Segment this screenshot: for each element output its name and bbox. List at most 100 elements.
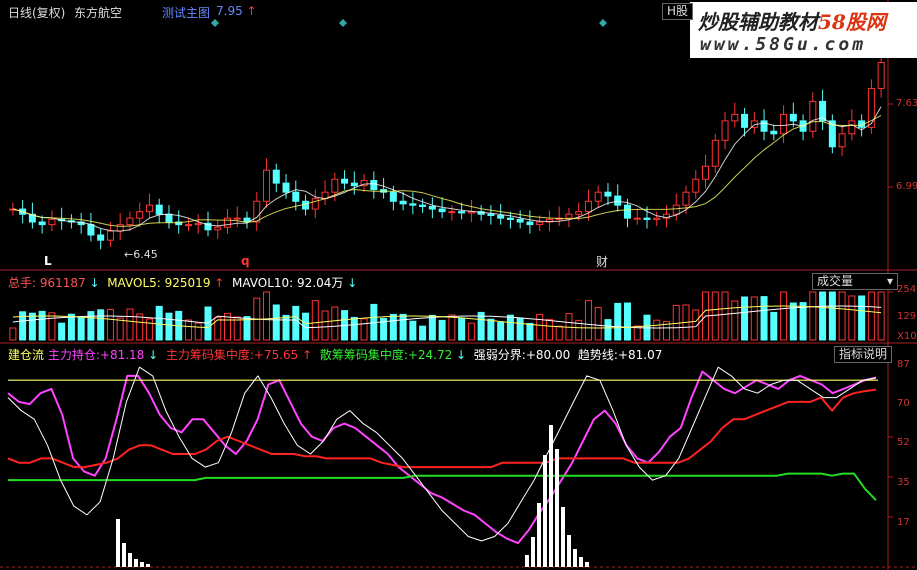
price-ma10-line	[12, 114, 882, 227]
price-tick-1: 7.63	[896, 98, 917, 109]
volume-bar	[311, 300, 319, 341]
volume-selector[interactable]: 成交量 ▾	[812, 273, 898, 290]
watermark: 炒股辅助教材58股网 www.58Gu.com	[690, 2, 917, 58]
price-candle	[506, 217, 514, 220]
volume-bar	[614, 302, 622, 341]
volume-tick-3: X10	[897, 331, 917, 342]
volume-bar	[194, 322, 202, 341]
marker-l: L	[44, 254, 52, 268]
signal-histogram-bar	[543, 455, 547, 567]
price-candle	[233, 217, 241, 220]
price-candle	[672, 204, 680, 215]
volume-bar	[155, 305, 163, 341]
price-candle	[643, 217, 651, 220]
volume-bar	[292, 305, 300, 341]
indicator-header: 建仓流 主力持仓:+81.18 ↓ 主力筹码集中度:+75.65 ↑ 散筹筹码集…	[8, 348, 663, 362]
price-candle	[780, 113, 788, 135]
indicator-tick-2: 70	[897, 398, 910, 409]
watermark-line1: 炒股辅助教材58股网	[698, 10, 886, 34]
volume-bar	[858, 295, 866, 341]
volume-bar	[780, 291, 788, 341]
price-candle	[165, 213, 173, 223]
volume-bar	[809, 291, 817, 341]
price-candle	[458, 211, 466, 214]
stock-name: 东方航空	[74, 6, 123, 20]
price-candle	[789, 113, 797, 122]
period-label[interactable]: 日线(复权)	[8, 4, 65, 21]
indicator-tick-5: 17	[897, 517, 910, 528]
volume-bar	[58, 322, 66, 341]
price-candle	[633, 217, 641, 220]
market-button[interactable]: H股	[662, 3, 694, 20]
price-candle	[350, 182, 358, 187]
volume-bar	[838, 291, 846, 341]
volume-bar	[282, 314, 290, 341]
price-candle	[770, 130, 778, 135]
indicator-value: 7.95 ↑	[216, 4, 257, 18]
low-price-label: ←6.45	[124, 248, 158, 261]
price-candle	[292, 191, 300, 202]
price-candle	[214, 226, 222, 231]
price-candle	[428, 205, 436, 210]
volume-bar	[721, 291, 729, 341]
price-candle	[448, 211, 456, 214]
price-candle	[126, 217, 134, 226]
volume-bar	[136, 313, 144, 341]
price-candle	[106, 230, 114, 241]
volume-bar	[331, 306, 339, 341]
signal-histogram-bar	[525, 555, 529, 567]
volume-header: 总手: 961187 ↓ MAVOL5: 925019 ↑ MAVOL10: 9…	[8, 276, 358, 290]
price-candle	[389, 191, 397, 202]
signal-histogram-bar	[549, 425, 553, 567]
volume-bar	[711, 291, 719, 341]
volume-tick-1: 254	[897, 284, 917, 295]
price-candle	[311, 198, 319, 210]
watermark-line2: www.58Gu.com	[700, 34, 867, 55]
price-candle	[594, 191, 602, 202]
price-candle	[682, 191, 690, 206]
signal-histogram-bar	[122, 543, 126, 567]
signal-histogram-bar	[567, 535, 571, 567]
volume-bar	[555, 325, 563, 341]
volume-bar	[214, 316, 222, 341]
volume-bar	[350, 316, 358, 341]
signal-histogram-bar	[561, 507, 565, 567]
signal-histogram-bar	[537, 503, 541, 567]
price-candle	[370, 180, 378, 191]
volume-bar	[799, 302, 807, 341]
volume-bar	[97, 309, 105, 341]
price-candle	[419, 204, 427, 207]
volume-bar	[263, 291, 271, 341]
price-candle	[438, 208, 446, 213]
signal-histogram-bar	[134, 559, 138, 567]
volume-bar	[623, 302, 631, 341]
volume-bar	[458, 317, 466, 341]
volume-bar	[321, 310, 329, 341]
price-candle	[604, 191, 612, 197]
signal-histogram-bar	[579, 557, 583, 567]
volume-bar	[116, 317, 124, 341]
price-candle	[263, 169, 271, 202]
price-candle	[526, 221, 534, 226]
price-candle	[409, 203, 417, 206]
price-candle	[711, 139, 719, 167]
price-candle	[136, 211, 144, 219]
indicator-tick-1: 87	[897, 359, 910, 370]
price-candle	[145, 204, 153, 213]
volume-bar	[760, 296, 768, 341]
price-candle	[721, 120, 729, 141]
signal-diamond-1	[211, 19, 219, 27]
volume-bar	[467, 322, 475, 341]
volume-bar	[604, 319, 612, 341]
price-candle	[38, 221, 46, 226]
volume-bar	[594, 306, 602, 341]
price-candle	[331, 178, 339, 193]
price-candle	[516, 218, 524, 223]
volume-bar	[731, 300, 739, 341]
volume-bar	[789, 302, 797, 341]
price-candle	[184, 224, 192, 227]
indicator-help-button[interactable]: 指标说明	[834, 346, 893, 363]
volume-bar	[184, 319, 192, 341]
volume-bar	[487, 318, 495, 341]
volume-bar	[438, 319, 446, 341]
